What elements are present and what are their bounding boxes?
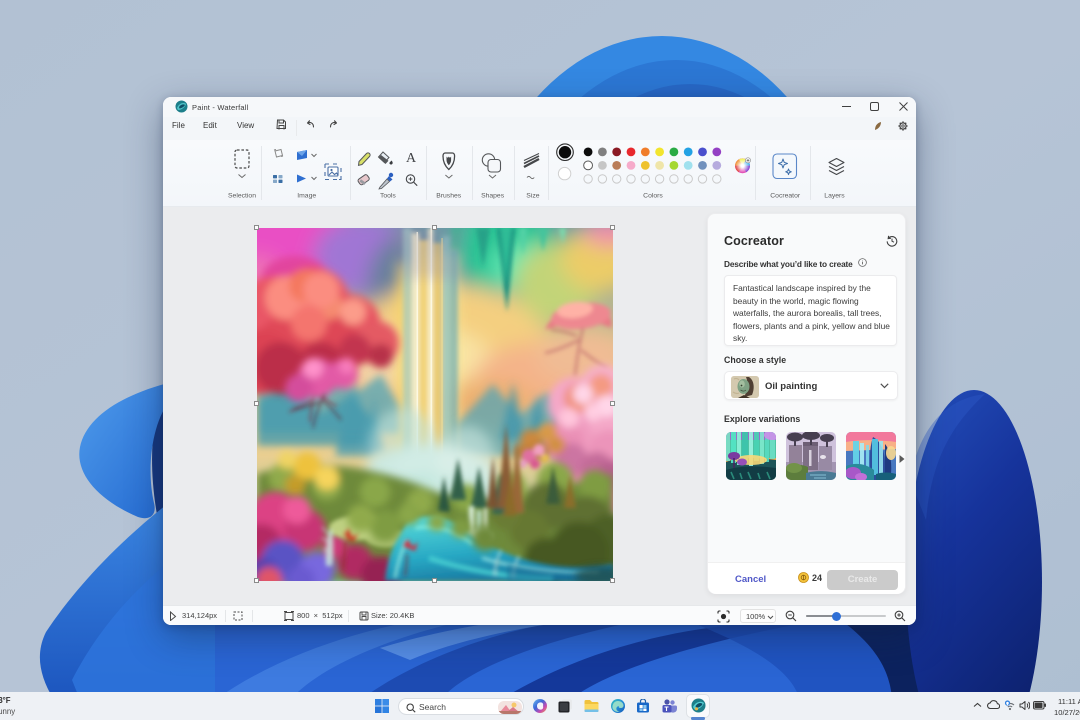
svg-text:Layers: Layers [824, 193, 845, 200]
svg-text:Selection: Selection [228, 193, 256, 200]
svg-text:Colors: Colors [643, 193, 663, 200]
svg-text:Cocreator: Cocreator [770, 193, 801, 200]
svg-text:Image: Image [297, 193, 316, 200]
svg-text:A: A [406, 151, 417, 166]
svg-text:Size: Size [526, 193, 539, 200]
svg-text:Tools: Tools [380, 193, 396, 200]
svg-text:Shapes: Shapes [481, 193, 505, 200]
svg-text:Brushes: Brushes [436, 193, 462, 200]
